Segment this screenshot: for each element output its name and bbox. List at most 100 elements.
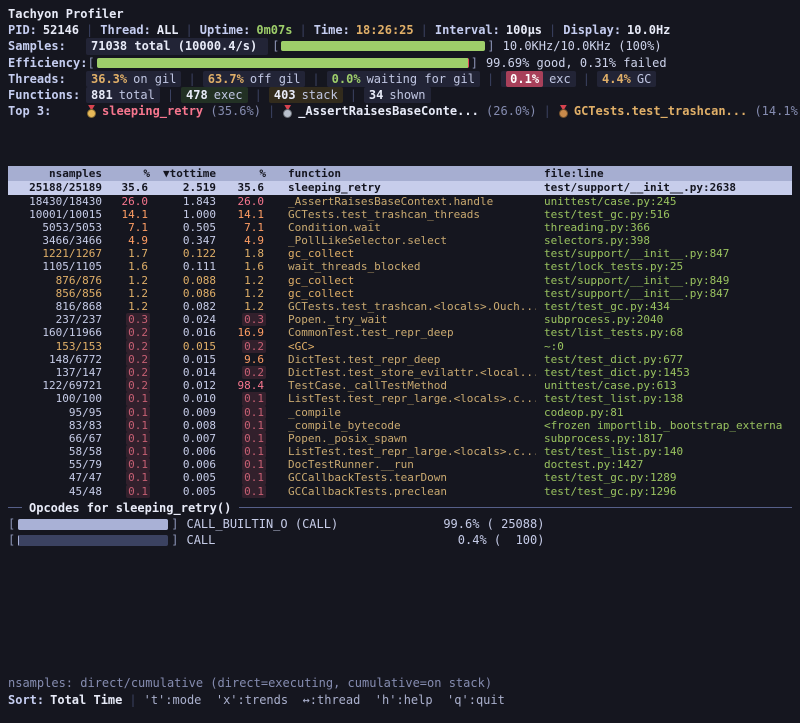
opcode-stat: 0.4% ( 100)	[424, 532, 544, 548]
table-row[interactable]: 237/2370.30.0240.3Popen._try_waitsubproc…	[8, 313, 792, 326]
pct-value: 0.1	[242, 392, 266, 405]
table-row[interactable]: 856/8561.20.0861.2gc_collecttest/support…	[8, 287, 792, 300]
column-header-tottime-sorted[interactable]: ▼tottime	[150, 166, 216, 181]
samples-rate-bar-fill	[281, 41, 485, 51]
separator: |	[186, 22, 193, 38]
legend-note: nsamples: direct/cumulative (direct=exec…	[8, 675, 792, 691]
function-cell: DictTest.test_repr_deep	[266, 353, 536, 366]
pct-value: 1.2	[126, 287, 150, 300]
pct-value: 35.6	[120, 181, 151, 194]
samples-total-badge: 71038 total (10000.4/s)	[86, 38, 268, 54]
table-row[interactable]: 100/1000.10.0100.1ListTest.test_repr_lar…	[8, 392, 792, 405]
top-function-share: (35.6%)	[203, 103, 261, 119]
file-line-cell: test/test_gc.py:1296	[536, 485, 792, 498]
direct-pct-cell: 0.2	[102, 353, 150, 366]
table-row[interactable]: 83/830.10.0080.1_compile_bytecode<frozen…	[8, 419, 792, 432]
top-function[interactable]: _AssertRaisesBaseConte... (26.0%)	[282, 103, 536, 119]
column-header-file-line[interactable]: file:line	[536, 166, 792, 181]
status-item-label: Time:	[314, 22, 350, 38]
tottime-cell: 0.015	[150, 353, 216, 366]
table-row[interactable]: 148/67720.20.0159.6DictTest.test_repr_de…	[8, 353, 792, 366]
nsamples-cell: 66/67	[8, 432, 102, 445]
column-header-direct-pct[interactable]: %	[102, 166, 150, 181]
pct-value: 0.1	[242, 485, 266, 498]
table-row[interactable]: 25188/2518935.62.51935.6sleeping_retryte…	[8, 181, 792, 194]
sort-value[interactable]: Total Time	[50, 692, 122, 708]
function-stat-value: 881	[91, 87, 113, 103]
top-function[interactable]: sleeping_retry (35.6%)	[86, 103, 261, 119]
column-header-cumulative-pct[interactable]: %	[216, 166, 266, 181]
function-stat-badge: 403stack	[269, 87, 343, 103]
separator: |	[421, 22, 428, 38]
table-row[interactable]: 160/119660.20.01616.9CommonTest.test_rep…	[8, 326, 792, 339]
cumulative-pct-cell: 14.1	[216, 208, 266, 221]
top-function-name: _AssertRaisesBaseConte...	[298, 103, 479, 119]
table-row[interactable]: 55/790.10.0060.1DocTestRunner.__rundocte…	[8, 458, 792, 471]
direct-pct-cell: 0.1	[102, 432, 150, 445]
table-row[interactable]: 137/1470.20.0140.2DictTest.test_store_ev…	[8, 366, 792, 379]
table-row[interactable]: 18430/1843026.01.84326.0_AssertRaisesBas…	[8, 195, 792, 208]
nsamples-cell: 25188/25189	[8, 181, 102, 194]
nsamples-cell: 95/95	[8, 406, 102, 419]
pct-value: 7.1	[242, 221, 266, 234]
table-row[interactable]: 58/580.10.0060.1ListTest.test_repr_large…	[8, 445, 792, 458]
pct-value: 0.3	[242, 313, 266, 326]
tottime-cell: 0.086	[150, 287, 216, 300]
function-cell: ListTest.test_repr_large.<locals>.c...	[266, 392, 536, 405]
column-header-function[interactable]: function	[266, 166, 536, 181]
nsamples-cell: 148/6772	[8, 353, 102, 366]
nsamples-cell: 18430/18430	[8, 195, 102, 208]
pct-value: 0.2	[126, 379, 150, 392]
pct-value: 4.9	[126, 234, 150, 247]
thread-stat-badge: 0.1%exc	[501, 71, 576, 87]
top-function[interactable]: GCTests.test_trashcan... (14.1%)	[558, 103, 800, 119]
direct-pct-cell: 0.1	[102, 458, 150, 471]
table-row[interactable]: 3466/34664.90.3474.9_PollLikeSelector.se…	[8, 234, 792, 247]
table-row[interactable]: 66/670.10.0070.1Popen._posix_spawnsubpro…	[8, 432, 792, 445]
function-stat-value: 403	[274, 87, 296, 103]
direct-pct-cell: 1.2	[102, 287, 150, 300]
status-item-label: Display:	[563, 22, 621, 38]
opcode-rows: []CALL_BUILTIN_O (CALL)99.6% ( 25088)[]C…	[8, 516, 792, 548]
tottime-cell: 0.024	[150, 313, 216, 326]
tottime-cell: 0.111	[150, 260, 216, 273]
function-cell: _PollLikeSelector.select	[266, 234, 536, 247]
file-line-cell: test/test_gc.py:434	[536, 300, 792, 313]
direct-pct-cell: 1.6	[102, 260, 150, 273]
function-cell: _AssertRaisesBaseContext.handle	[266, 195, 536, 208]
tottime-cell: 0.007	[150, 432, 216, 445]
column-header-nsamples[interactable]: nsamples	[8, 166, 102, 181]
opcode-bar-fill	[18, 535, 19, 546]
table-row[interactable]: 45/480.10.0050.1GCCallbackTests.preclean…	[8, 485, 792, 498]
samples-rate-text: 10.0KHz/10.0KHz (100%)	[503, 38, 662, 54]
table-row[interactable]: 153/1530.20.0150.2<GC>~:0	[8, 340, 792, 353]
table-row[interactable]: 47/470.10.0050.1GCCallbackTests.tearDown…	[8, 471, 792, 484]
table-row[interactable]: 876/8761.20.0881.2gc_collecttest/support…	[8, 274, 792, 287]
separator: |	[129, 692, 136, 708]
function-cell: GCTests.test_trashcan.<locals>.Ouch...	[266, 300, 536, 313]
status-item-value: 0m07s	[256, 22, 292, 38]
direct-pct-cell: 7.1	[102, 221, 150, 234]
file-line-cell: test/support/__init__.py:849	[536, 274, 792, 287]
efficiency-bar	[97, 58, 469, 68]
table-row[interactable]: 10001/1001514.11.00014.1GCTests.test_tra…	[8, 208, 792, 221]
table-row[interactable]: 122/697210.20.01298.4TestCase._callTestM…	[8, 379, 792, 392]
spacer	[8, 548, 792, 675]
separator: |	[544, 103, 551, 119]
file-line-cell: subprocess.py:2040	[536, 313, 792, 326]
nsamples-cell: 153/153	[8, 340, 102, 353]
cumulative-pct-cell: 16.9	[216, 326, 266, 339]
function-cell: sleeping_retry	[266, 181, 536, 194]
table-row[interactable]: 1105/11051.60.1111.6wait_threads_blocked…	[8, 260, 792, 273]
tottime-cell: 0.006	[150, 445, 216, 458]
status-item-label: Thread:	[100, 22, 151, 38]
nsamples-cell: 160/11966	[8, 326, 102, 339]
table-row[interactable]: 1221/12671.70.1221.8gc_collecttest/suppo…	[8, 247, 792, 260]
tottime-cell: 0.122	[150, 247, 216, 260]
function-stat-value: 478	[186, 87, 208, 103]
table-row[interactable]: 95/950.10.0090.1_compilecodeop.py:81	[8, 406, 792, 419]
table-row[interactable]: 5053/50537.10.5057.1Condition.waitthread…	[8, 221, 792, 234]
nsamples-cell: 83/83	[8, 419, 102, 432]
table-row[interactable]: 816/8681.20.0821.2GCTests.test_trashcan.…	[8, 300, 792, 313]
file-line-cell: test/test_dict.py:677	[536, 353, 792, 366]
